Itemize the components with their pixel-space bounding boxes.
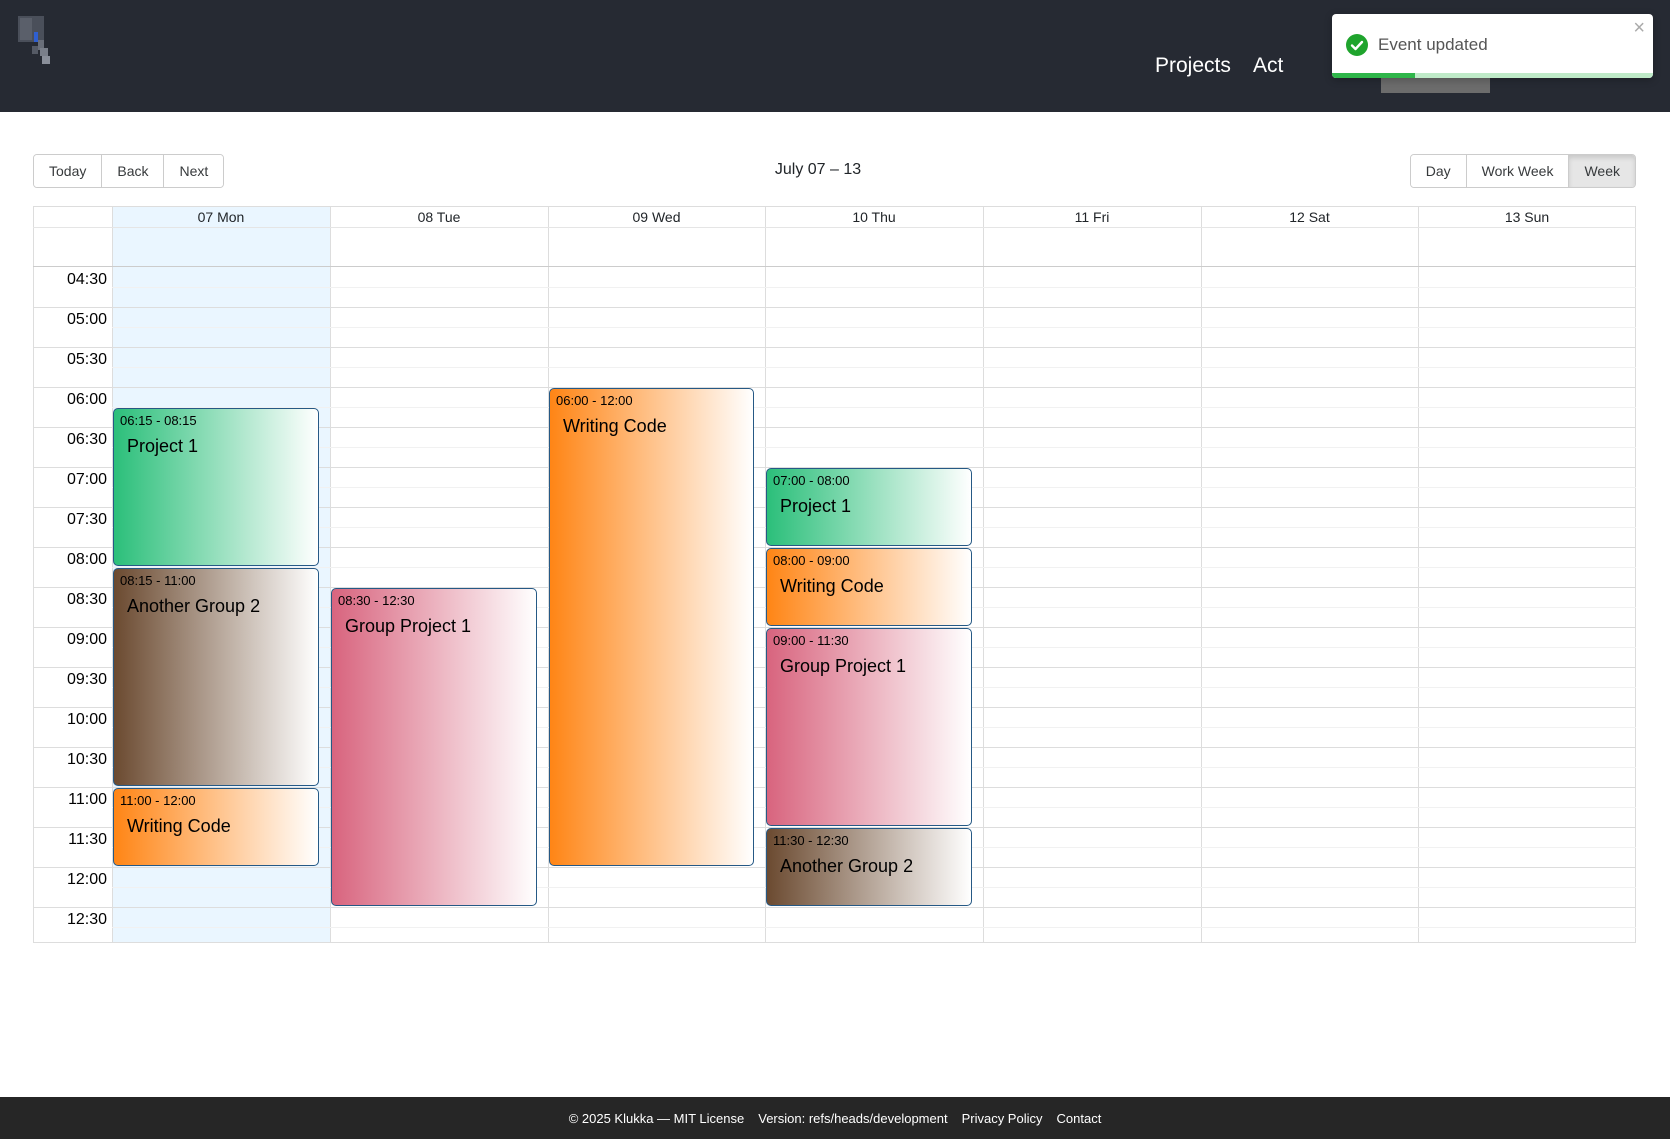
- day-header[interactable]: 11 Fri: [983, 207, 1201, 227]
- event-title: Group Project 1: [780, 656, 907, 676]
- footer-privacy-link[interactable]: Privacy Policy: [962, 1111, 1043, 1126]
- time-label: 09:00: [66, 631, 107, 648]
- day-header[interactable]: 13 Sun: [1418, 207, 1636, 227]
- event-time: 07:00 - 08:00: [773, 473, 850, 488]
- close-icon[interactable]: ×: [1633, 18, 1645, 38]
- time-label: 06:00: [66, 391, 107, 408]
- time-slot-line: [112, 327, 1636, 328]
- toast-notification: Event updated ×: [1332, 14, 1653, 78]
- day-header[interactable]: 09 Wed: [548, 207, 765, 227]
- time-label: 08:30: [66, 591, 107, 608]
- event-title: Group Project 1: [345, 616, 472, 636]
- time-label: 10:00: [66, 711, 107, 728]
- event-time: 11:00 - 12:00: [120, 793, 196, 808]
- toast-progress-fill: [1332, 73, 1416, 78]
- calendar-nav-buttons: Today Back Next: [33, 154, 225, 188]
- event-time: 09:00 - 11:30: [773, 633, 849, 648]
- time-label: 12:30: [66, 911, 107, 928]
- time-slot-line: [112, 927, 1636, 928]
- time-slot-line: [33, 307, 1636, 308]
- event-title: Project 1: [780, 496, 852, 516]
- calendar-view-buttons: Day Work Week Week: [1409, 154, 1636, 188]
- day-header[interactable]: 10 Thu: [765, 207, 983, 227]
- check-circle-icon: [1346, 34, 1368, 56]
- event-time: 08:00 - 09:00: [773, 553, 850, 568]
- event-time: 08:30 - 12:30: [338, 593, 415, 608]
- nav-link-activities[interactable]: Act: [1253, 52, 1283, 80]
- app-logo-icon[interactable]: [18, 16, 50, 68]
- time-label: 04:30: [66, 271, 107, 288]
- event-title: Another Group 2: [127, 596, 261, 616]
- time-label: 10:30: [66, 751, 107, 768]
- date-range-label: July 07 – 13: [774, 161, 862, 178]
- time-label: 05:30: [66, 351, 107, 368]
- time-label: 06:30: [66, 431, 107, 448]
- header-divider: [33, 227, 1636, 228]
- nav-link-projects[interactable]: Projects: [1155, 52, 1231, 80]
- calendar-event[interactable]: 08:15 - 11:00 Another Group 2: [113, 568, 319, 786]
- event-title: Project 1: [127, 436, 199, 456]
- footer-contact-link[interactable]: Contact: [1057, 1111, 1102, 1126]
- time-slot-line: [112, 367, 1636, 368]
- calendar-event[interactable]: 06:00 - 12:00 Writing Code: [549, 388, 754, 866]
- column-divider: [1201, 207, 1202, 942]
- event-time: 06:15 - 08:15: [120, 413, 197, 428]
- event-title: Writing Code: [563, 416, 667, 436]
- day-header[interactable]: 12 Sat: [1201, 207, 1418, 227]
- event-time: 11:30 - 12:30: [773, 833, 849, 848]
- page-footer: © 2025 Klukka — MIT License Version: ref…: [0, 1097, 1670, 1139]
- calendar-event[interactable]: 07:00 - 08:00 Project 1: [766, 468, 972, 546]
- time-slot-line: [112, 447, 1636, 448]
- toast-progress-bar: [1332, 73, 1653, 78]
- column-divider: [983, 207, 984, 942]
- footer-copyright: © 2025 Klukka — MIT License: [568, 1110, 745, 1126]
- event-title: Another Group 2: [780, 856, 914, 876]
- calendar-event[interactable]: 06:15 - 08:15 Project 1: [113, 408, 319, 566]
- time-slot-line: [33, 907, 1636, 908]
- toast-message: Event updated: [1378, 35, 1488, 54]
- today-button[interactable]: Today: [34, 155, 103, 187]
- time-slot-line: [112, 407, 1636, 408]
- time-slot-line: [33, 387, 1636, 388]
- time-label: 08:00: [66, 551, 107, 568]
- column-divider: [1418, 207, 1419, 942]
- event-title: Writing Code: [780, 576, 884, 596]
- time-slot-line: [33, 347, 1636, 348]
- calendar-event[interactable]: 11:30 - 12:30 Another Group 2: [766, 828, 972, 906]
- event-time: 06:00 - 12:00: [556, 393, 633, 408]
- time-label: 05:00: [66, 311, 107, 328]
- time-label: 07:30: [66, 511, 107, 528]
- calendar-event[interactable]: 09:00 - 11:30 Group Project 1: [766, 628, 972, 826]
- back-button[interactable]: Back: [102, 155, 165, 187]
- next-button[interactable]: Next: [164, 155, 224, 187]
- view-week-button[interactable]: Week: [1569, 155, 1635, 187]
- calendar-event[interactable]: 08:30 - 12:30 Group Project 1: [331, 588, 537, 906]
- time-label: 07:00: [66, 471, 107, 488]
- footer-version: Version: refs/heads/development: [758, 1110, 948, 1126]
- view-work-week-button[interactable]: Work Week: [1466, 155, 1570, 187]
- calendar-event[interactable]: 08:00 - 09:00 Writing Code: [766, 548, 972, 626]
- event-title: Writing Code: [127, 816, 231, 836]
- time-label: 11:00: [68, 791, 107, 808]
- event-time: 08:15 - 11:00: [120, 573, 196, 588]
- view-day-button[interactable]: Day: [1410, 155, 1467, 187]
- time-label: 09:30: [66, 671, 107, 688]
- time-label: 11:30: [68, 831, 107, 848]
- day-header[interactable]: 07 Mon: [112, 207, 330, 227]
- time-slot-line: [112, 287, 1636, 288]
- time-label: 12:00: [66, 871, 107, 888]
- header-divider: [33, 266, 1636, 267]
- day-header[interactable]: 08 Tue: [330, 207, 548, 227]
- calendar-event[interactable]: 11:00 - 12:00 Writing Code: [113, 788, 319, 866]
